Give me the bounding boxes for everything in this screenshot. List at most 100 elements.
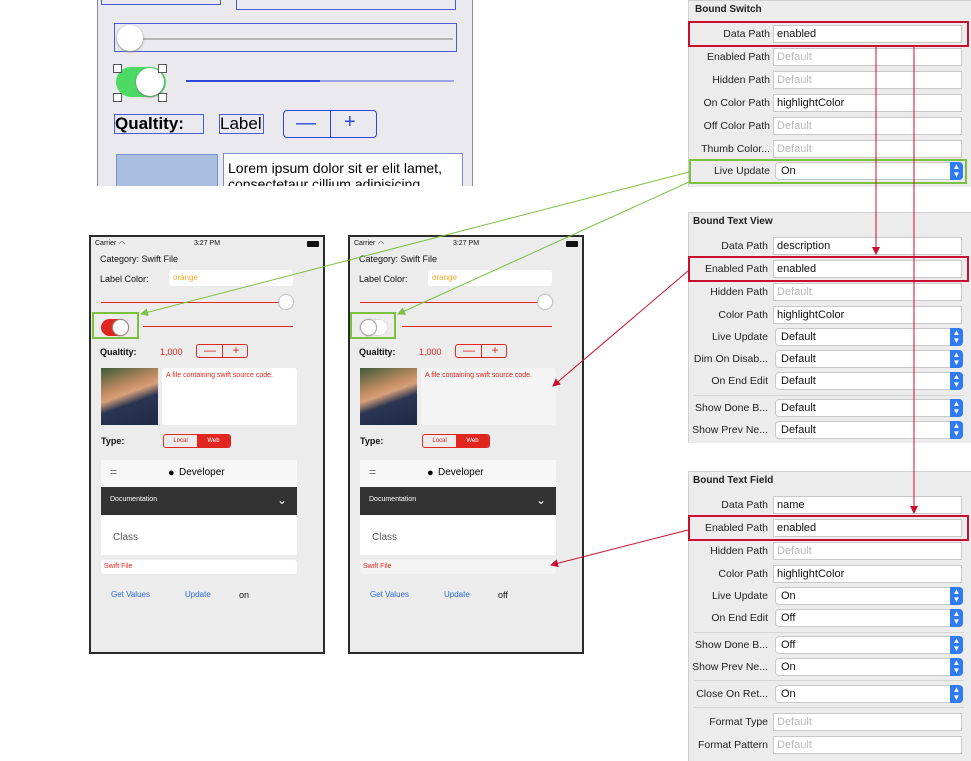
storyboard-stepper[interactable]: — + <box>283 110 377 138</box>
documentation-label: Documentation <box>110 496 158 503</box>
type-segmented-control[interactable]: Local Web <box>163 434 231 448</box>
name-text-field[interactable]: Swift File <box>101 560 297 574</box>
label-color-label: Label Color: <box>100 274 149 284</box>
btf-close-on-return-label: Close On Ret... <box>696 688 768 700</box>
bs-hidden-path-field[interactable]: Default <box>773 71 962 89</box>
btv-hidden-path-field[interactable]: Default <box>773 283 962 301</box>
btf-data-path-field[interactable]: name <box>773 496 962 514</box>
btv-on-end-edit-popup[interactable]: Default ▲ ▼ <box>775 372 963 390</box>
segment-web[interactable]: Web <box>456 435 489 447</box>
btv-live-update-label: Live Update <box>711 331 768 343</box>
selection-handle <box>113 93 122 102</box>
btf-show-prev-popup[interactable]: On ▲ ▼ <box>775 658 963 676</box>
separator <box>694 680 964 681</box>
storyboard-segment[interactable] <box>101 0 221 5</box>
update-button[interactable]: Update <box>444 590 470 599</box>
btv-show-done-popup[interactable]: Default ▲ ▼ <box>775 399 963 417</box>
storyboard-text-view[interactable]: Lorem ipsum dolor sit er elit lamet, con… <box>223 153 463 186</box>
btf-show-done-popup[interactable]: Off ▲ ▼ <box>775 636 963 654</box>
popup-value: Off <box>781 612 796 624</box>
btf-on-end-edit-popup[interactable]: Off ▲ ▼ <box>775 609 963 627</box>
hamburger-icon[interactable]: = <box>110 465 117 479</box>
label-color-field[interactable]: orange <box>169 270 293 286</box>
stepper-minus[interactable]: — <box>456 344 482 356</box>
stepper-minus[interactable]: — <box>296 112 316 135</box>
btf-hidden-path-field[interactable]: Default <box>773 542 962 560</box>
segment-web[interactable]: Web <box>197 435 230 447</box>
documentation-bar[interactable]: Documentation ⌄ <box>101 487 297 515</box>
class-label: Class <box>113 532 139 543</box>
popup-chevron-icon: ▲ ▼ <box>950 328 963 346</box>
btv-color-path-field[interactable]: highlightColor <box>773 306 962 324</box>
stepper-plus[interactable]: + <box>344 111 356 134</box>
storyboard-progress <box>186 80 454 82</box>
hamburger-icon[interactable]: = <box>369 465 376 479</box>
btf-format-type-field[interactable]: Default <box>773 713 962 731</box>
stepper-plus[interactable]: + <box>223 344 249 356</box>
storyboard-canvas: Qualtity: Label — + Lorem ipsum dolor si… <box>0 0 475 186</box>
bs-on-color-path-field[interactable]: highlightColor <box>773 94 962 112</box>
documentation-label: Documentation <box>369 496 417 503</box>
btf-color-path-field[interactable]: highlightColor <box>773 565 962 583</box>
profile-photo <box>101 368 158 425</box>
btv-live-update-popup[interactable]: Default ▲ ▼ <box>775 328 963 346</box>
btf-live-update-label: Live Update <box>711 590 768 602</box>
progress-line <box>143 326 293 327</box>
label-color-field[interactable]: orange <box>428 270 552 286</box>
slider-thumb[interactable] <box>538 295 552 309</box>
popup-value: Default <box>781 353 816 365</box>
separator <box>694 395 964 396</box>
name-text-field[interactable]: Swift File <box>360 560 556 574</box>
btv-show-prev-popup[interactable]: Default ▲ ▼ <box>775 421 963 439</box>
developer-title: Developer <box>179 467 225 478</box>
get-values-button[interactable]: Get Values <box>370 590 409 599</box>
highlight-data-path <box>688 21 969 47</box>
btf-live-update-popup[interactable]: On ▲ ▼ <box>775 587 963 605</box>
slider-thumb[interactable] <box>279 295 293 309</box>
stepper-minus[interactable]: — <box>197 344 223 356</box>
btv-data-path-field[interactable]: description <box>773 237 962 255</box>
btv-dim-on-disable-popup[interactable]: Default ▲ ▼ <box>775 350 963 368</box>
storyboard-text-field[interactable] <box>236 0 456 10</box>
popup-value: Default <box>781 375 816 387</box>
storyboard-quality-label: Qualtity: <box>114 114 204 134</box>
storyboard-slider[interactable] <box>114 23 457 52</box>
update-button[interactable]: Update <box>185 590 211 599</box>
segment-local[interactable]: Local <box>164 435 197 447</box>
description-text-view[interactable]: A file containing swift source code. <box>162 368 297 425</box>
developer-title: Developer <box>438 467 484 478</box>
quality-value: 1,000 <box>160 347 183 357</box>
popup-chevron-icon: ▲ ▼ <box>950 372 963 390</box>
quality-stepper[interactable]: — + <box>455 344 507 358</box>
chevron-down-icon[interactable]: ⌄ <box>536 493 546 507</box>
status-time: 3:27 PM <box>452 240 480 247</box>
popup-chevron-icon: ▲ ▼ <box>950 658 963 676</box>
btf-close-on-return-popup[interactable]: On ▲ ▼ <box>775 685 963 703</box>
bs-off-color-path-field[interactable]: Default <box>773 117 962 135</box>
status-bar: Carrier ◠ 3:27 PM <box>91 239 323 249</box>
bs-enabled-path-label: Enabled Path <box>706 51 770 63</box>
btf-format-pattern-field[interactable]: Default <box>773 736 962 754</box>
type-segmented-control[interactable]: Local Web <box>422 434 490 448</box>
web-header: = ● Developer <box>101 460 297 487</box>
selection-handle <box>158 93 167 102</box>
bs-thumb-color-field[interactable]: Default <box>773 140 962 158</box>
btf-show-done-label: Show Done B... <box>695 639 768 651</box>
storyboard-scene: Qualtity: Label — + Lorem ipsum dolor si… <box>97 0 473 186</box>
category-label: Category: Swift File <box>100 254 179 264</box>
chevron-down-icon[interactable]: ⌄ <box>277 493 287 507</box>
get-values-button[interactable]: Get Values <box>111 590 150 599</box>
quality-stepper[interactable]: — + <box>196 344 248 358</box>
popup-chevron-icon: ▲ ▼ <box>950 685 963 703</box>
stepper-plus[interactable]: + <box>482 344 508 356</box>
type-label: Type: <box>101 436 125 446</box>
description-text-view[interactable]: A file containing swift source code. <box>421 368 556 425</box>
segment-local[interactable]: Local <box>423 435 456 447</box>
bs-enabled-path-field[interactable]: Default <box>773 48 962 66</box>
btf-on-end-edit-label: On End Edit <box>711 612 768 624</box>
battery-icon <box>307 241 319 247</box>
slider-thumb[interactable] <box>117 25 143 51</box>
stepper-divider <box>330 111 331 137</box>
documentation-bar[interactable]: Documentation ⌄ <box>360 487 556 515</box>
popup-value: On <box>781 590 796 602</box>
